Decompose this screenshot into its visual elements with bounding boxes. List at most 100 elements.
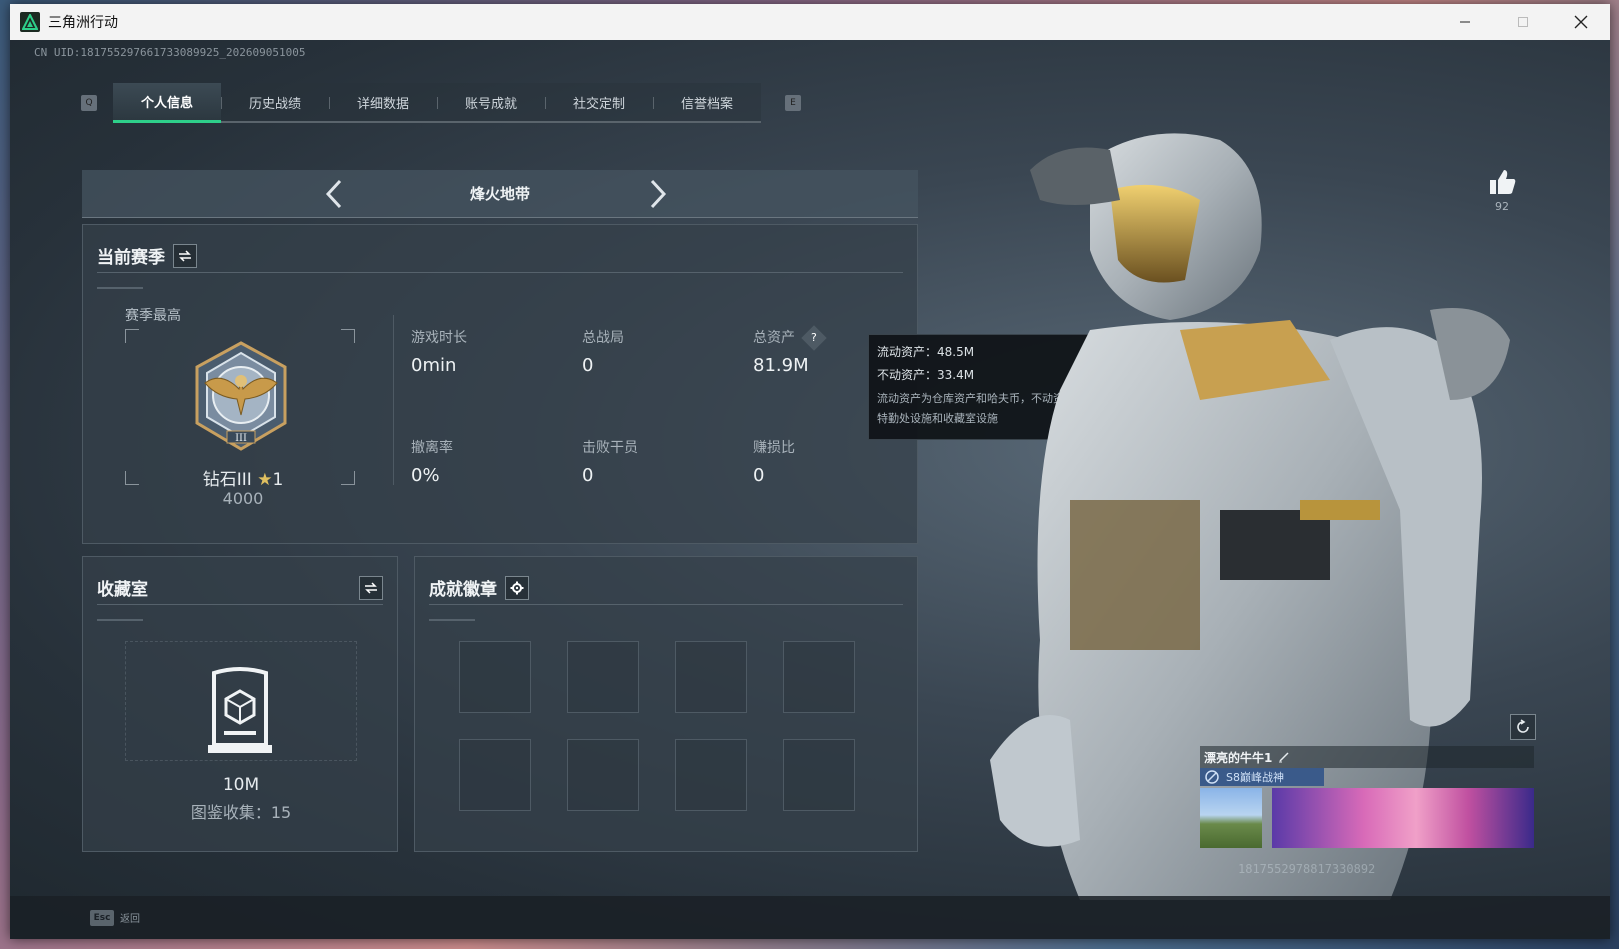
stat-label: 游戏时长 xyxy=(411,330,467,346)
thumbs-up-icon xyxy=(1490,170,1516,194)
svg-text:III: III xyxy=(235,433,247,444)
profile-title: S8巅峰战神 xyxy=(1226,771,1284,784)
minimize-button[interactable] xyxy=(1436,4,1494,40)
stat-value: 0min xyxy=(411,355,457,376)
refresh-icon xyxy=(1517,719,1529,733)
stat-total-matches: 总战局 0 xyxy=(582,327,624,376)
rank-name-row: 钻石III ★1 xyxy=(123,465,363,490)
bottom-bar: Esc 返回 xyxy=(10,896,1610,939)
season-best-label: 赛季最高 xyxy=(125,308,181,324)
rank-name: 钻石III xyxy=(202,470,252,490)
profile-card[interactable]: 漂亮的牛牛1 S8巅峰战神 xyxy=(1200,746,1534,848)
gear-icon xyxy=(510,581,524,594)
stat-profit-ratio: 赚损比 0 xyxy=(753,437,795,486)
panel-deco xyxy=(97,287,143,289)
badges-header: 成就徽章 xyxy=(429,571,903,605)
tab-detailed-data[interactable]: 详细数据 xyxy=(329,83,437,121)
badge-slot[interactable] xyxy=(783,641,855,713)
stat-kills: 击败干员 0 xyxy=(582,437,638,486)
badge-slot[interactable] xyxy=(675,739,747,811)
help-icon[interactable]: ? xyxy=(801,325,828,351)
swap-icon xyxy=(179,249,191,262)
display-case-icon xyxy=(204,665,276,755)
rank-stars: 1 xyxy=(272,470,284,490)
season-header: 当前赛季 xyxy=(97,239,903,273)
tab-reputation[interactable]: 信誉档案 xyxy=(653,83,761,121)
rank-badge-icon: III xyxy=(181,337,301,457)
badge-slot[interactable] xyxy=(783,739,855,811)
season-panel: 当前赛季 赛季最高 III 钻石III ★1 4000 游戏时长 0min 总战… xyxy=(82,224,918,544)
frame-corner xyxy=(125,329,139,343)
tab-personal-info[interactable]: 个人信息 xyxy=(113,83,221,123)
avatar xyxy=(1200,788,1262,848)
stat-label: 赚损比 xyxy=(753,440,795,456)
badge-slot[interactable] xyxy=(675,641,747,713)
badges-settings-button[interactable] xyxy=(505,575,529,600)
star-icon: ★ xyxy=(257,470,273,490)
mode-title: 烽火地带 xyxy=(469,185,530,203)
badge-slot[interactable] xyxy=(459,739,531,811)
mode-selector: 烽火地带 xyxy=(82,170,918,218)
esc-key-hint[interactable]: Esc xyxy=(90,909,114,926)
stat-extraction-rate: 撤离率 0% xyxy=(411,437,453,486)
collection-title: 收藏室 xyxy=(97,580,148,600)
season-switch-button[interactable] xyxy=(173,243,197,268)
badges-panel: 成就徽章 xyxy=(414,556,918,852)
tab-bar: Q 个人信息 历史战绩 详细数据 账号成就 社交定制 信誉档案 E xyxy=(81,82,801,124)
stat-label: 总战局 xyxy=(582,330,624,346)
collection-header: 收藏室 xyxy=(97,571,383,605)
stat-label: 总资产 xyxy=(753,330,795,346)
close-button[interactable] xyxy=(1552,4,1610,40)
like-count: 92 xyxy=(1495,200,1509,213)
divider xyxy=(393,315,394,485)
tabs: 个人信息 历史战绩 详细数据 账号成就 社交定制 信誉档案 xyxy=(113,83,761,123)
stat-value: 0 xyxy=(582,465,594,486)
tab-prev-key-hint[interactable]: Q xyxy=(81,95,97,111)
tab-social[interactable]: 社交定制 xyxy=(545,83,653,121)
app-logo-icon xyxy=(20,12,40,32)
back-label[interactable]: 返回 xyxy=(120,910,140,925)
stat-play-time: 游戏时长 0min xyxy=(411,327,467,376)
maximize-button[interactable] xyxy=(1494,4,1552,40)
stat-label: 撤离率 xyxy=(411,440,453,456)
stat-value: 81.9M xyxy=(753,355,809,376)
uid-text: CN UID:181755297661733089925_20260905100… xyxy=(34,46,306,59)
stat-value: 0 xyxy=(753,465,765,486)
badges-title: 成就徽章 xyxy=(429,580,497,600)
collection-switch-button[interactable] xyxy=(359,575,383,600)
stat-total-assets: 总资产 ? 81.9M xyxy=(753,325,828,376)
stat-label-row: 总资产 ? xyxy=(753,325,828,351)
tab-next-key-hint[interactable]: E xyxy=(785,95,801,111)
profile-banner xyxy=(1272,788,1534,848)
window-title: 三角洲行动 xyxy=(48,15,118,31)
main-content: CN UID:181755297661733089925_20260905100… xyxy=(10,40,1610,939)
rank-score: 4000 xyxy=(222,489,264,508)
stat-value: 0% xyxy=(411,465,440,486)
frame-corner xyxy=(341,329,355,343)
badge-slot[interactable] xyxy=(567,739,639,811)
collection-value: 10M xyxy=(222,775,260,795)
game-window: 三角洲行动 CN UID:181755297661733089925_20260… xyxy=(10,4,1610,939)
swap-icon xyxy=(365,581,377,594)
stat-label: 击败干员 xyxy=(582,440,638,456)
stat-value: 0 xyxy=(582,355,594,376)
panel-deco xyxy=(97,619,143,621)
tab-history[interactable]: 历史战绩 xyxy=(221,83,329,121)
edit-icon[interactable] xyxy=(1278,748,1290,767)
panel-deco xyxy=(429,619,475,621)
profile-title-row: S8巅峰战神 xyxy=(1200,768,1324,786)
badge-slot[interactable] xyxy=(567,641,639,713)
profile-name-row: 漂亮的牛牛1 xyxy=(1200,746,1534,768)
like-button[interactable] xyxy=(1486,166,1518,198)
title-emblem-icon xyxy=(1205,770,1219,784)
collection-panel[interactable]: 收藏室 10M 图鉴收集：15 xyxy=(82,556,398,852)
title-bar: 三角洲行动 xyxy=(10,4,1610,40)
mode-prev-button[interactable] xyxy=(318,178,350,210)
profile-uid: 1817552978817330892 xyxy=(1238,862,1376,876)
collection-count: 图鉴收集：15 xyxy=(190,803,292,822)
profile-name: 漂亮的牛牛1 xyxy=(1204,750,1273,765)
mode-next-button[interactable] xyxy=(642,178,674,210)
refresh-button[interactable] xyxy=(1510,714,1536,740)
badge-slot[interactable] xyxy=(459,641,531,713)
tab-achievements[interactable]: 账号成就 xyxy=(437,83,545,121)
